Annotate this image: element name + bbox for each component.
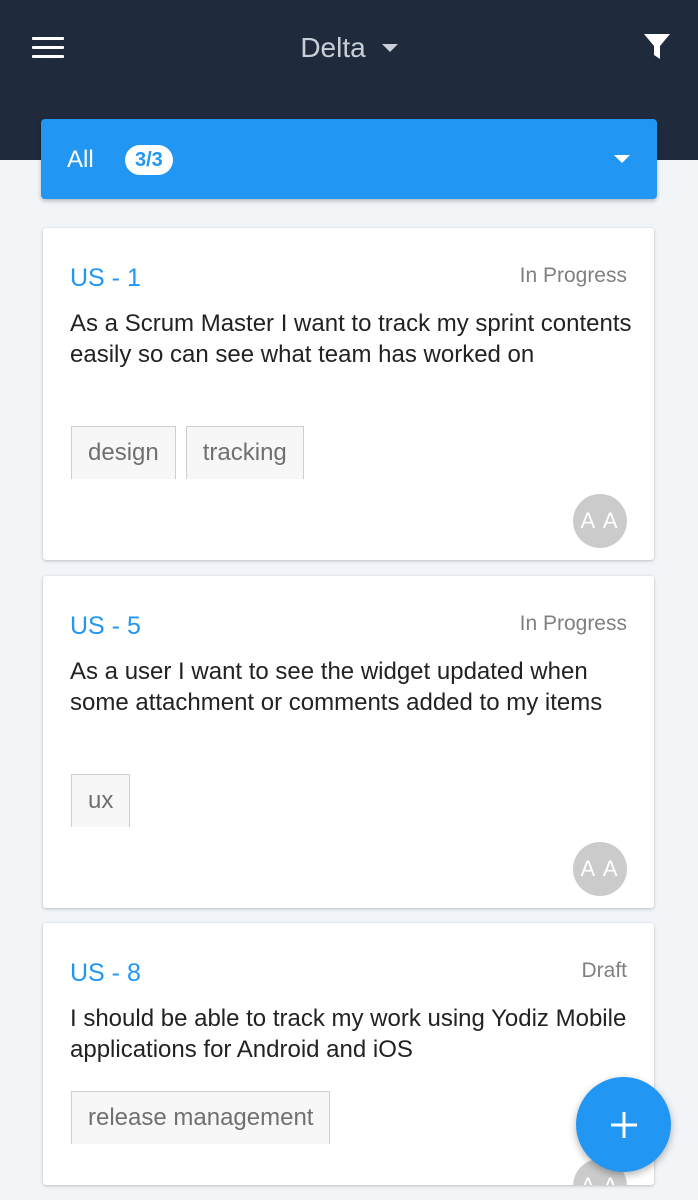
story-card[interactable]: US - 8 Draft I should be able to track m…: [43, 923, 654, 1185]
story-title: As a Scrum Master I want to track my spr…: [70, 310, 632, 368]
project-selector[interactable]: Delta: [0, 28, 698, 68]
status-filter-dropdown[interactable]: All 3/3: [41, 119, 657, 199]
story-card[interactable]: US - 5 In Progress As a user I want to s…: [43, 576, 654, 908]
status-label: In Progress: [519, 264, 627, 287]
chevron-down-icon: [614, 155, 630, 163]
status-label: In Progress: [519, 612, 627, 635]
assignee-avatar[interactable]: A A: [573, 494, 627, 548]
assignee-avatar[interactable]: A A: [573, 842, 627, 896]
tag-list: release management: [71, 1091, 340, 1144]
tag[interactable]: tracking: [185, 426, 304, 479]
story-id[interactable]: US - 8: [70, 959, 141, 988]
tag[interactable]: release management: [71, 1091, 331, 1144]
plus-icon: [610, 1111, 637, 1138]
filter-label: All: [67, 146, 94, 173]
status-label: Draft: [581, 959, 627, 982]
tag-list: ux: [71, 774, 140, 827]
tag-list: design tracking: [71, 426, 314, 479]
tag[interactable]: design: [71, 426, 176, 479]
story-title: I should be able to track my work using …: [70, 1005, 627, 1063]
add-item-button[interactable]: [576, 1077, 671, 1172]
chevron-down-icon: [381, 44, 398, 52]
funnel-filter-icon[interactable]: [643, 33, 671, 61]
count-badge: 3/3: [125, 145, 173, 175]
tag[interactable]: ux: [71, 774, 131, 827]
story-id[interactable]: US - 1: [70, 264, 141, 293]
project-name: Delta: [300, 32, 366, 63]
story-card[interactable]: US - 1 In Progress As a Scrum Master I w…: [43, 228, 654, 560]
story-id[interactable]: US - 5: [70, 612, 141, 641]
story-title: As a user I want to see the widget updat…: [70, 658, 603, 716]
